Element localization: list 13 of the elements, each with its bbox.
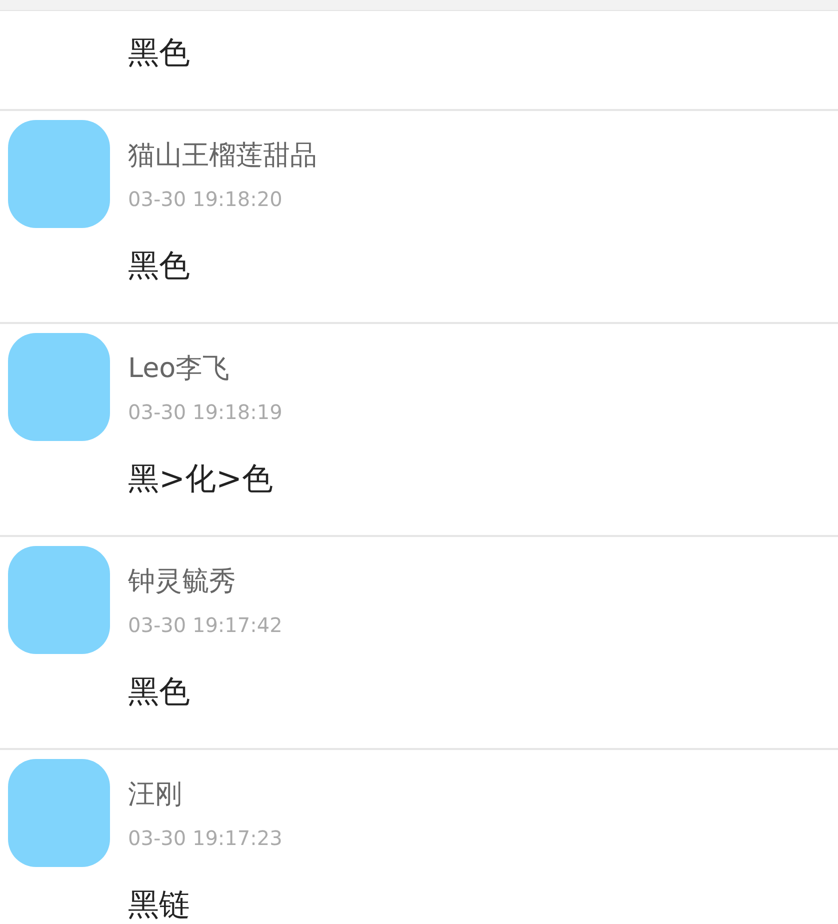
comment-text: 黑链 <box>128 886 191 924</box>
user-name: 猫山王榴莲甜品 <box>128 139 317 173</box>
user-name: 钟灵毓秀 <box>128 565 237 599</box>
user-name: 汪刚 <box>128 778 183 812</box>
comment-text: 黑色 <box>128 247 191 286</box>
comment-time: 03-30 19:18:19 <box>128 399 282 426</box>
comment-time: 03-30 19:18:20 <box>128 186 284 213</box>
comment-time: 03-30 19:17:23 <box>128 825 282 852</box>
comment-text: 黑色 <box>128 673 191 712</box>
comment-text: 黑>化>色 <box>128 460 274 499</box>
user-name: Leo李飞 <box>128 352 231 386</box>
comment-time: 03-30 19:17:42 <box>128 612 282 639</box>
comment-text: 黑色 <box>128 34 190 73</box>
